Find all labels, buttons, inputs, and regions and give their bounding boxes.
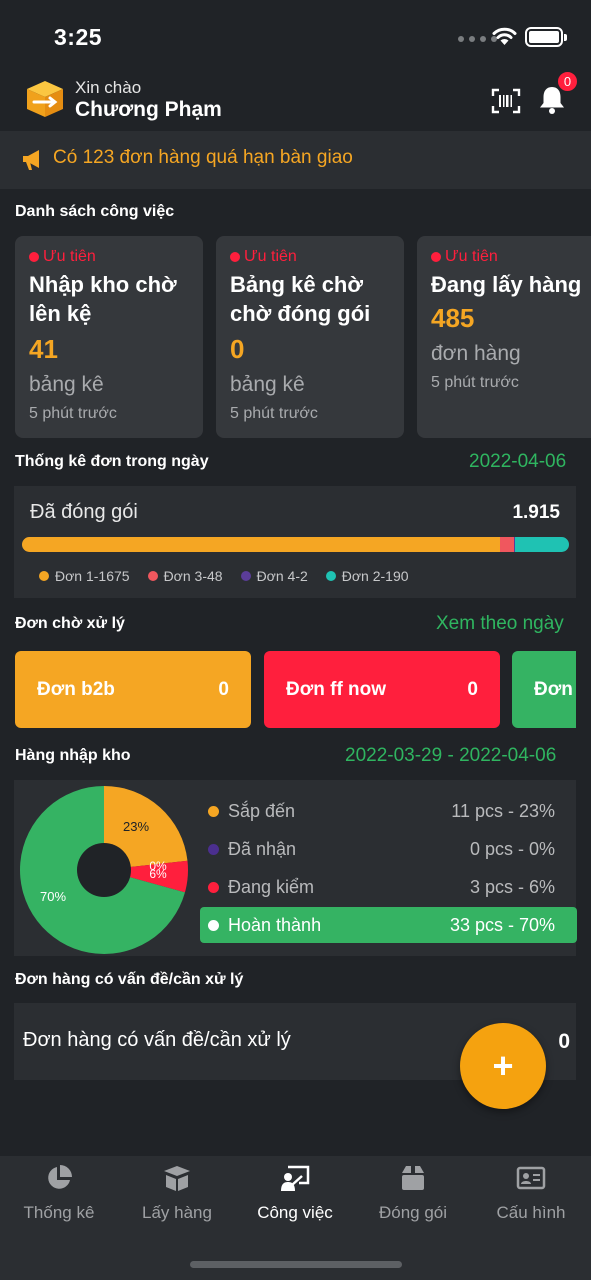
pending-card-ff-now[interactable]: Đơn ff now 0 xyxy=(264,651,500,728)
warehouse-row-checking[interactable]: Đang kiểm 3 pcs - 6% xyxy=(200,869,577,905)
progress-segment-4 xyxy=(514,537,569,552)
pending-card-other[interactable]: Đơn xyxy=(512,651,576,728)
legend-item: Đơn 2-190 xyxy=(325,568,409,584)
packed-progress-bar xyxy=(22,537,569,552)
status-dot-icon xyxy=(208,805,219,817)
nav-tab-statistics[interactable]: Thống kê xyxy=(0,1163,118,1223)
legend-dot-icon xyxy=(240,571,251,581)
pending-card-count: 0 xyxy=(218,678,229,700)
nav-tab-packing[interactable]: Đóng gói xyxy=(354,1163,472,1223)
warehouse-row-received[interactable]: Đã nhận 0 pcs - 0% xyxy=(200,831,577,867)
pending-card-label: Đơn b2b xyxy=(37,678,115,700)
task-unit: bảng kê xyxy=(29,373,104,396)
priority-label: Ưu tiên xyxy=(431,248,577,266)
priority-dot-icon xyxy=(29,252,39,262)
barcode-scan-icon[interactable] xyxy=(491,88,521,114)
user-name: Chương Phạm xyxy=(75,98,222,121)
nav-tab-tasks[interactable]: Công việc xyxy=(236,1163,354,1223)
megaphone-icon xyxy=(23,150,39,170)
task-unit: đơn hàng xyxy=(431,342,521,365)
pie-label-done: 70% xyxy=(40,889,66,904)
overdue-banner-text: Có 123 đơn hàng quá hạn bàn giao xyxy=(53,147,353,168)
task-card-putaway[interactable]: Ưu tiên Nhập kho chờ lên kệ 41 bảng kê 5… xyxy=(15,236,203,438)
package-icon xyxy=(402,1166,424,1190)
box-open-icon xyxy=(164,1166,190,1191)
priority-dot-icon xyxy=(230,252,240,262)
view-by-day-link[interactable]: Xem theo ngày xyxy=(436,613,564,635)
pending-card-count: 0 xyxy=(467,678,478,700)
task-unit: bảng kê xyxy=(230,373,305,396)
task-time: 5 phút trước xyxy=(230,405,318,422)
task-time: 5 phút trước xyxy=(431,374,519,391)
legend-dot-icon xyxy=(147,571,158,581)
status-dot-icon xyxy=(208,843,219,855)
progress-segment-1 xyxy=(22,537,501,552)
pie-chart-icon xyxy=(48,1165,72,1189)
status-dot-icon xyxy=(208,881,219,893)
home-indicator xyxy=(190,1261,402,1268)
task-time: 5 phút trước xyxy=(29,405,117,422)
problems-section-title: Đơn hàng có vấn đề/cần xử lý xyxy=(15,971,244,988)
pending-card-b2b[interactable]: Đơn b2b 0 xyxy=(15,651,251,728)
worker-board-icon xyxy=(281,1165,310,1191)
problems-label: Đơn hàng có vấn đề/cần xử lý xyxy=(23,1029,291,1051)
pending-section-title: Đơn chờ xử lý xyxy=(15,615,125,632)
nav-tab-settings[interactable]: Cấu hình xyxy=(472,1163,590,1223)
packed-total: 1.915 xyxy=(512,502,560,523)
id-card-icon xyxy=(516,1166,546,1190)
task-card-packing[interactable]: Ưu tiên Bảng kê chờ chờ đóng gói 0 bảng … xyxy=(216,236,404,438)
legend-item: Đơn 1-1675 xyxy=(39,568,130,584)
wifi-icon xyxy=(492,27,517,45)
warehouse-donut-chart: 23% 0% 6% 70% xyxy=(20,786,188,954)
task-title: Đang lấy hàng xyxy=(431,272,582,297)
pie-label-checking: 6% xyxy=(149,867,167,881)
pending-card-label: Đơn xyxy=(534,678,573,700)
task-title: Bảng kê chờ chờ đóng gói xyxy=(230,272,371,326)
tasks-section-title: Danh sách công việc xyxy=(15,203,175,220)
status-time: 3:25 xyxy=(54,24,103,50)
status-dot-icon xyxy=(208,919,219,931)
task-count: 485 xyxy=(431,303,475,333)
warehouse-row-arriving[interactable]: Sắp đến 11 pcs - 23% xyxy=(200,793,577,829)
pending-card-label: Đơn ff now xyxy=(286,678,387,700)
greeting-text: Xin chào xyxy=(75,78,142,97)
pie-label-arriving: 23% xyxy=(123,819,149,834)
task-title: Nhập kho chờ lên kệ xyxy=(29,272,177,326)
warehouse-section-title: Hàng nhập kho xyxy=(15,747,131,764)
priority-label: Ưu tiên xyxy=(29,248,189,266)
problems-count: 0 xyxy=(558,1030,570,1053)
app-logo-box-icon xyxy=(27,81,63,117)
daily-stats-date[interactable]: 2022-04-06 xyxy=(469,451,566,473)
progress-segment-2 xyxy=(500,537,515,552)
daily-stats-title: Thống kê đơn trong ngày xyxy=(15,453,209,470)
warehouse-row-done[interactable]: Hoàn thành 33 pcs - 70% xyxy=(200,907,577,943)
legend-item: Đơn 4-2 xyxy=(240,568,308,584)
battery-icon xyxy=(525,27,567,47)
priority-dot-icon xyxy=(431,252,441,262)
task-card-picking[interactable]: Ưu tiên Đang lấy hàng 485 đơn hàng 5 phú… xyxy=(417,236,591,438)
legend-dot-icon xyxy=(325,571,336,581)
legend-dot-icon xyxy=(39,571,49,581)
task-count: 41 xyxy=(29,334,58,364)
priority-label: Ưu tiên xyxy=(230,248,390,266)
warehouse-date-range[interactable]: 2022-03-29 - 2022-04-06 xyxy=(345,745,556,767)
progress-legend: Đơn 1-1675 Đơn 3-48 Đơn 4-2 Đơn 2-190 xyxy=(39,568,409,584)
add-fab-button[interactable]: + xyxy=(460,1023,546,1109)
notification-badge: 0 xyxy=(557,71,578,92)
task-count: 0 xyxy=(230,334,245,364)
donut-hole xyxy=(77,843,131,897)
legend-item: Đơn 3-48 xyxy=(147,568,223,584)
nav-tab-picking[interactable]: Lấy hàng xyxy=(118,1163,236,1223)
packed-label: Đã đóng gói xyxy=(30,501,138,523)
